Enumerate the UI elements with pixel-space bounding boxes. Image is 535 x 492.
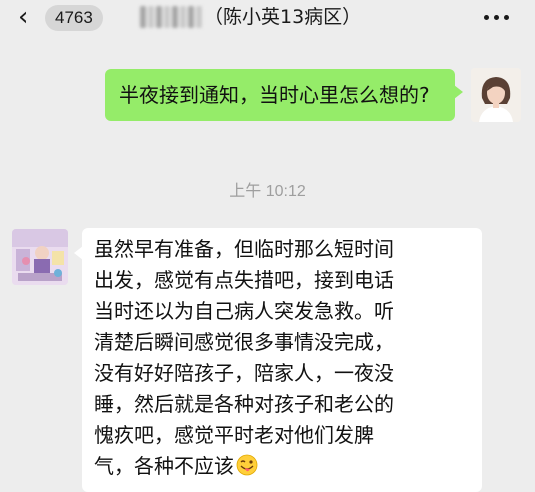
incoming-message-bubble[interactable]: 虽然早有准备，但临时那么短时间 出发，感觉有点失措吧，接到电话 当时还以为自己病… [74,228,482,492]
blurred-contact-name [140,6,202,28]
chat-header: ‹ 4763 （陈小英13病区） [0,0,535,36]
outgoing-message-text: 半夜接到通知，当时心里怎么想的? [119,83,430,107]
message-line-text: 气，各种不应该 [94,454,234,478]
message-line: 愧疚吧，感觉平时老对他们发脾 [94,423,374,447]
outgoing-message-bubble[interactable]: 半夜接到通知，当时心里怎么想的? [105,69,463,121]
tongue-wink-emoji-icon [236,454,258,476]
message-line-last: 气，各种不应该 [94,451,470,482]
user-avatar-icon [471,68,521,122]
unread-count-badge[interactable]: 4763 [45,5,103,31]
message-line: 出发，感觉有点失措吧，接到电话 [94,268,394,292]
avatar[interactable] [12,229,68,285]
contact-avatar-icon [12,229,68,285]
chat-title: （陈小英13病区） [204,6,362,28]
message-line: 当时还以为自己病人突发急救。听 [94,299,394,323]
message-line: 没有好好陪孩子，陪家人，一夜没 [94,361,394,385]
message-line: 虽然早有准备，但临时那么短时间 [94,237,394,261]
message-line: 清楚后瞬间感觉很多事情没完成， [94,330,394,354]
more-dots-icon[interactable] [484,15,509,20]
message-line: 睡，然后就是各种对孩子和老公的 [94,392,394,416]
chevron-left-icon[interactable]: ‹ [18,4,28,30]
message-timestamp: 上午 10:12 [229,183,306,200]
avatar[interactable] [471,68,521,122]
